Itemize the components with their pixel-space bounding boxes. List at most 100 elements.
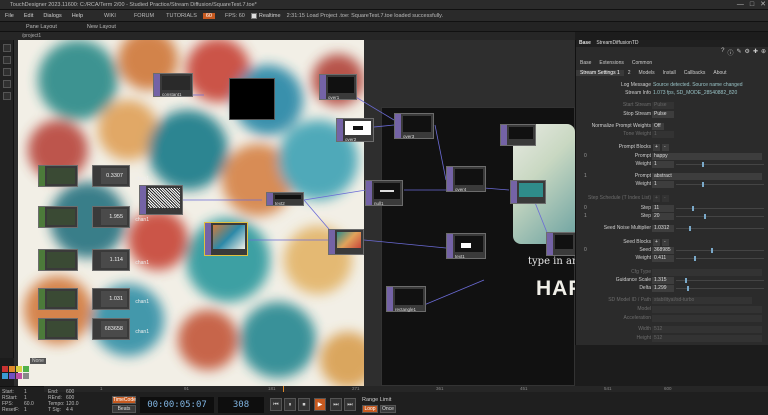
new-layout-button[interactable]: New Layout — [57, 24, 116, 30]
chop-node-1[interactable] — [38, 165, 78, 187]
edit-icon[interactable]: ✎ — [737, 48, 742, 57]
node-composite[interactable] — [510, 180, 546, 204]
node-black-preview[interactable] — [229, 78, 275, 120]
width-field[interactable]: 512 — [652, 325, 762, 333]
chop-value-3[interactable]: 1.114 chan1 — [92, 249, 149, 271]
frame-display[interactable]: 308 — [218, 397, 264, 413]
tab-models[interactable]: Models — [635, 70, 659, 76]
node-streamdiffusion-output[interactable] — [204, 222, 248, 256]
chop-value-4[interactable]: 1.031 chan1 — [92, 288, 149, 310]
seed-blocks-add[interactable]: + — [653, 238, 660, 246]
node-out[interactable] — [546, 232, 576, 256]
prompt-0-input[interactable]: happy — [652, 152, 762, 160]
info-icon[interactable]: ⓘ — [728, 48, 734, 57]
normalize-toggle[interactable]: Off — [652, 122, 664, 130]
palette-swatch-red[interactable] — [2, 366, 8, 372]
tab-extensions[interactable]: Extensions — [595, 60, 627, 66]
node-preview-text[interactable] — [500, 124, 536, 146]
palette-swatch-pink[interactable] — [16, 373, 22, 379]
network-icon[interactable] — [3, 92, 11, 100]
timecode-toggle[interactable]: TimeCode — [112, 396, 136, 404]
node-over1[interactable]: over1 — [319, 74, 357, 100]
tab-about[interactable]: About — [709, 70, 730, 76]
step-1-slider[interactable] — [676, 214, 764, 219]
viewer-icon[interactable] — [3, 80, 11, 88]
tab-base[interactable]: Base — [576, 60, 595, 66]
node-rectangle1[interactable]: rectangle1 — [386, 286, 426, 312]
step-1-field[interactable]: 20 — [652, 212, 674, 220]
add-icon[interactable]: ✚ — [753, 48, 758, 57]
prompt-0-weight-field[interactable]: 1 — [652, 160, 674, 168]
node-text2[interactable]: text2 — [266, 192, 304, 206]
once-button[interactable]: Once — [380, 405, 396, 413]
tab-stream-settings-1[interactable]: Stream Settings 1 — [576, 70, 624, 76]
node-over4[interactable]: over4 — [446, 166, 486, 192]
prompt-blocks-remove[interactable]: - — [662, 143, 669, 151]
home-icon[interactable] — [3, 44, 11, 52]
palette-swatch-green[interactable] — [23, 366, 29, 372]
tutorials-button[interactable]: TUTORIALS — [160, 13, 203, 19]
help-icon[interactable]: ? — [721, 48, 724, 57]
loop-button[interactable]: Loop — [362, 405, 378, 413]
palette-swatch-yellow[interactable] — [16, 366, 22, 372]
seed-noise-multiplier-slider[interactable] — [676, 226, 764, 231]
guidance-scale-slider[interactable] — [676, 278, 764, 283]
node-color-preview[interactable] — [328, 229, 364, 255]
panel-node-name[interactable]: StreamDiffusionTD — [596, 40, 638, 46]
prompt-0-weight-slider[interactable] — [676, 162, 764, 167]
beats-toggle[interactable]: Beats — [112, 405, 136, 413]
palette-swatch-blue[interactable] — [2, 373, 8, 379]
minimize-icon[interactable]: — — [737, 0, 744, 10]
sd-model-id-field[interactable]: stabilityai/sd-turbo — [652, 296, 752, 304]
seed-0-field[interactable]: 368985 — [652, 246, 674, 254]
stop-stream-button[interactable]: Pulse — [652, 110, 674, 118]
pause-button[interactable]: ⏸ — [284, 398, 296, 411]
tab-callbacks[interactable]: Callbacks — [680, 70, 710, 76]
menu-help[interactable]: Help — [67, 13, 88, 19]
node-noise[interactable] — [139, 185, 183, 215]
palette-swatch-purple[interactable] — [9, 373, 15, 379]
acceleration-menu[interactable] — [652, 314, 762, 322]
expand-icon[interactable]: ⊕ — [761, 48, 766, 57]
chop-node-4[interactable] — [38, 288, 78, 310]
close-icon[interactable]: ✕ — [760, 0, 766, 10]
height-field[interactable]: 512 — [652, 334, 762, 342]
end-button[interactable]: ⏭ — [344, 398, 356, 411]
seed-0-slider[interactable] — [676, 248, 764, 253]
forum-button[interactable]: FORUM — [128, 13, 160, 19]
timecode-display[interactable]: 00:00:05:07 — [140, 397, 214, 413]
model-field[interactable] — [652, 305, 762, 313]
stop-button[interactable]: ⏹ — [298, 398, 310, 411]
step-forward-button[interactable]: ⏭ — [330, 398, 342, 411]
maximize-icon[interactable]: □ — [750, 0, 754, 10]
node-over3[interactable]: over3 — [394, 113, 434, 139]
palette-swatch-orange[interactable] — [9, 366, 15, 372]
seed-noise-multiplier-field[interactable]: 1.0312 — [652, 224, 674, 232]
node-text1[interactable]: text1 — [446, 233, 486, 259]
wrench-icon[interactable]: ⚙ — [745, 48, 750, 57]
seed-blocks-remove[interactable]: - — [662, 238, 669, 246]
chop-node-3[interactable] — [38, 249, 78, 271]
tone-weight-field[interactable]: 1 — [652, 130, 674, 138]
rewind-button[interactable]: ⏮ — [270, 398, 282, 411]
step-0-field[interactable]: 11 — [652, 204, 674, 212]
seed-0-weight-field[interactable]: 0.411 — [652, 254, 674, 262]
palette-none-label[interactable]: None — [30, 358, 46, 364]
node-null1[interactable]: null1 — [365, 180, 403, 206]
tab-install[interactable]: Install — [659, 70, 680, 76]
guidance-scale-field[interactable]: 1.315 — [652, 276, 674, 284]
prompt-1-input[interactable]: abstract — [652, 172, 762, 180]
tab-stream-settings-2[interactable]: 2 — [624, 70, 635, 76]
prompt-1-weight-slider[interactable] — [676, 182, 764, 187]
seed-0-weight-slider[interactable] — [676, 256, 764, 261]
chop-node-5[interactable] — [38, 318, 78, 340]
network-path[interactable]: /project1 — [0, 32, 575, 40]
delta-field[interactable]: 1.299 — [652, 284, 674, 292]
grid-icon[interactable] — [3, 56, 11, 64]
menu-edit[interactable]: Edit — [19, 13, 38, 19]
start-stream-button[interactable]: Pulse — [652, 101, 674, 109]
play-button[interactable]: ▶ — [314, 398, 326, 411]
wiki-button[interactable]: WIKI — [98, 13, 122, 19]
step-schedule-add[interactable]: + — [653, 194, 660, 202]
menu-file[interactable]: File — [0, 13, 19, 19]
